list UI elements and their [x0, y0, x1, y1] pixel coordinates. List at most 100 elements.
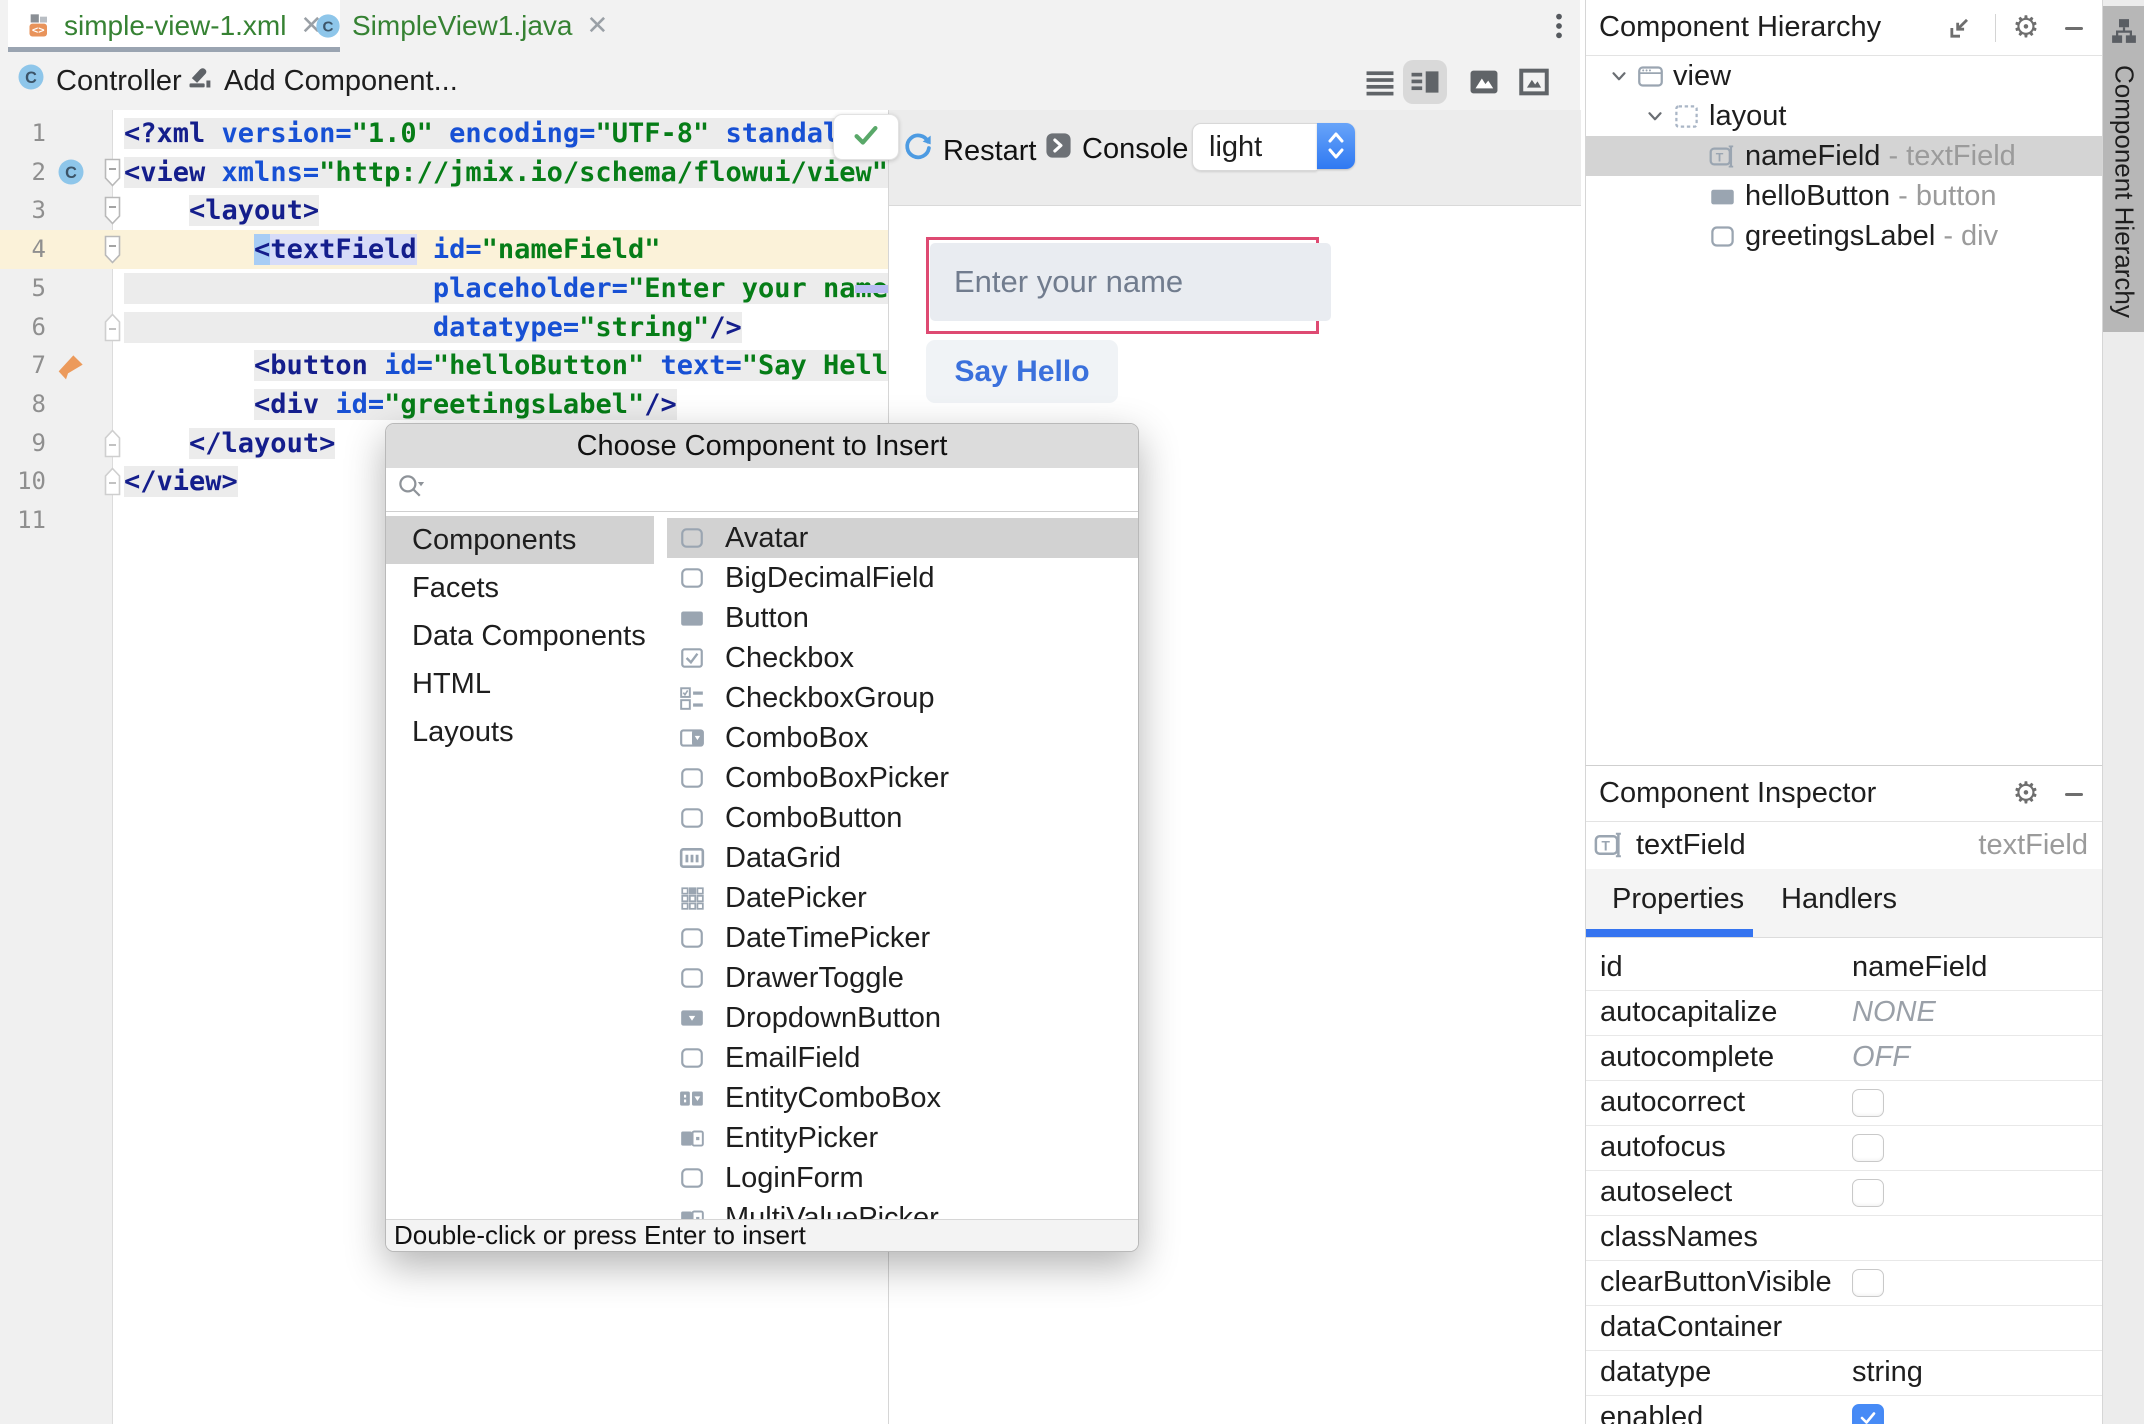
- code-line-2[interactable]: 2 C <view xmlns="http://jmix.io/schema/flo…: [0, 153, 888, 192]
- tab-properties[interactable]: Properties: [1612, 869, 1744, 929]
- select-stepper-icon[interactable]: [1317, 123, 1355, 169]
- fold-marker[interactable]: [104, 235, 121, 264]
- fold-marker[interactable]: [104, 428, 121, 458]
- code-line-1[interactable]: 1 <?xml version="1.0" encoding="UTF-8" st…: [0, 114, 888, 153]
- item-label[interactable]: BigDecimalField: [725, 562, 935, 595]
- tab-close-icon[interactable]: ✕: [587, 10, 609, 41]
- name-text-field[interactable]: Enter your name: [930, 243, 1331, 321]
- component-item-EntityPicker[interactable]: EntityPicker: [667, 1118, 1138, 1158]
- item-label[interactable]: EntityPicker: [725, 1122, 878, 1155]
- category-Layouts[interactable]: Layouts: [386, 708, 654, 756]
- property-value[interactable]: nameField: [1852, 951, 1987, 984]
- hierarchy-minimize-icon[interactable]: [2058, 12, 2090, 44]
- add-component-label[interactable]: Add Component...: [224, 65, 458, 98]
- view-mode-preview-full-icon[interactable]: [1512, 60, 1556, 104]
- item-label[interactable]: ComboBoxPicker: [725, 762, 949, 795]
- theme-select-value[interactable]: light: [1192, 123, 1318, 171]
- console-label[interactable]: Console: [1082, 133, 1188, 166]
- code-line-8[interactable]: 8 <div id="greetingsLabel"/>: [0, 385, 888, 424]
- code-line-3[interactable]: 3 <layout>: [0, 191, 888, 230]
- component-item-DateTimePicker[interactable]: DateTimePicker: [667, 918, 1138, 958]
- fold-marker-closed-icon[interactable]: [104, 428, 121, 458]
- checkbox-checked-icon[interactable]: [1852, 1403, 1884, 1424]
- fold-marker-closed-icon[interactable]: [104, 312, 121, 342]
- component-item-ComboButton[interactable]: ComboButton: [667, 798, 1138, 838]
- item-label[interactable]: DatePicker: [725, 882, 867, 915]
- item-label[interactable]: DateTimePicker: [725, 922, 930, 955]
- restart-button[interactable]: Restart: [902, 131, 1036, 171]
- tree-node-helloButton[interactable]: helloButton - button: [1586, 176, 2102, 216]
- component-item-DatePicker[interactable]: DatePicker: [667, 878, 1138, 918]
- restart-label[interactable]: Restart: [943, 135, 1036, 168]
- editor-tab-simple-view-1.xml[interactable]: <> simple-view-1.xml ✕: [8, 0, 341, 52]
- component-item-DataGrid[interactable]: DataGrid: [667, 838, 1138, 878]
- inspector-minimize-icon[interactable]: [2058, 778, 2090, 810]
- component-item-Avatar[interactable]: Avatar: [667, 518, 1138, 558]
- search-input[interactable]: [426, 472, 1138, 507]
- theme-select[interactable]: light: [1192, 123, 1355, 171]
- node-name[interactable]: layout: [1709, 100, 1786, 133]
- checkbox-unchecked-icon[interactable]: [1852, 1133, 1884, 1162]
- fold-marker-open-icon[interactable]: [104, 158, 121, 187]
- item-label[interactable]: CheckboxGroup: [725, 682, 935, 715]
- scroll-from-source-icon[interactable]: [1944, 12, 1976, 44]
- fold-marker[interactable]: [104, 467, 121, 496]
- component-item-EntityComboBox[interactable]: EntityComboBox: [667, 1078, 1138, 1118]
- property-value[interactable]: NONE: [1852, 996, 1936, 1029]
- class-gutter-icon[interactable]: C: [56, 157, 88, 189]
- fold-marker-open-icon[interactable]: [104, 235, 121, 264]
- component-item-LoginForm[interactable]: LoginForm: [667, 1158, 1138, 1198]
- component-item-ComboBoxPicker[interactable]: ComboBoxPicker: [667, 758, 1138, 798]
- checkbox-unchecked-icon[interactable]: [1852, 1178, 1884, 1207]
- node-name[interactable]: view: [1673, 60, 1731, 93]
- component-item-Checkbox[interactable]: Checkbox: [667, 638, 1138, 678]
- item-label[interactable]: DrawerToggle: [725, 962, 904, 995]
- inspections-ok-widget[interactable]: [833, 114, 899, 160]
- fold-marker[interactable]: [104, 312, 121, 342]
- view-mode-preview-thumb-icon[interactable]: [1462, 60, 1506, 104]
- checkbox-unchecked-icon[interactable]: [1852, 1088, 1884, 1117]
- item-label[interactable]: MultiValuePicker: [725, 1202, 939, 1220]
- item-label[interactable]: Avatar: [725, 522, 808, 555]
- category-Components[interactable]: Components: [386, 516, 654, 564]
- component-item-ComboBox[interactable]: ComboBox: [667, 718, 1138, 758]
- item-label[interactable]: Button: [725, 602, 809, 635]
- component-item-BigDecimalField[interactable]: BigDecimalField: [667, 558, 1138, 598]
- component-item-CheckboxGroup[interactable]: CheckboxGroup: [667, 678, 1138, 718]
- tab-handlers[interactable]: Handlers: [1781, 869, 1897, 929]
- say-hello-button[interactable]: Say Hello: [926, 340, 1118, 403]
- tree-node-layout[interactable]: layout: [1586, 96, 2102, 136]
- node-name[interactable]: helloButton: [1745, 180, 1890, 213]
- tree-node-view[interactable]: view: [1586, 56, 2102, 96]
- category-Facets[interactable]: Facets: [386, 564, 654, 612]
- category-HTML[interactable]: HTML: [386, 660, 654, 708]
- tab-label[interactable]: SimpleView1.java: [352, 10, 573, 42]
- controller-link[interactable]: C Controller: [16, 52, 182, 110]
- editor-tab-SimpleView1.java[interactable]: C SimpleView1.java ✕: [296, 0, 626, 51]
- item-label[interactable]: ComboButton: [725, 802, 902, 835]
- node-name[interactable]: greetingsLabel: [1745, 220, 1935, 253]
- controller-label[interactable]: Controller: [56, 65, 182, 98]
- property-value[interactable]: OFF: [1852, 1041, 1910, 1074]
- fold-marker[interactable]: [104, 158, 121, 187]
- code-line-6[interactable]: 6 datatype="string"/>: [0, 308, 888, 347]
- bookmark-gutter-icon[interactable]: [56, 350, 88, 382]
- component-item-DrawerToggle[interactable]: DrawerToggle: [667, 958, 1138, 998]
- category-Data Components[interactable]: Data Components: [386, 612, 654, 660]
- item-label[interactable]: EntityComboBox: [725, 1082, 941, 1115]
- component-item-MultiValuePicker[interactable]: MultiValuePicker: [667, 1198, 1138, 1219]
- item-label[interactable]: DataGrid: [725, 842, 841, 875]
- item-label[interactable]: EmailField: [725, 1042, 860, 1075]
- fold-marker-closed-icon[interactable]: [104, 467, 121, 496]
- tree-node-nameField[interactable]: TnameField - textField: [1586, 136, 2102, 176]
- fold-marker-open-icon[interactable]: [104, 196, 121, 226]
- stripe-tab-component-hierarchy[interactable]: Component Hierarchy: [2103, 6, 2144, 332]
- component-item-DropdownButton[interactable]: DropdownButton: [667, 998, 1138, 1038]
- item-label[interactable]: Checkbox: [725, 642, 854, 675]
- inspector-settings-gear-icon[interactable]: ⚙: [2010, 778, 2042, 810]
- component-item-Button[interactable]: Button: [667, 598, 1138, 638]
- checkbox-unchecked-icon[interactable]: [1852, 1268, 1884, 1297]
- console-button[interactable]: Console: [1044, 131, 1188, 168]
- add-component-button[interactable]: Add Component...: [186, 52, 458, 110]
- code-line-5[interactable]: 5 placeholder="Enter your name": [0, 269, 888, 308]
